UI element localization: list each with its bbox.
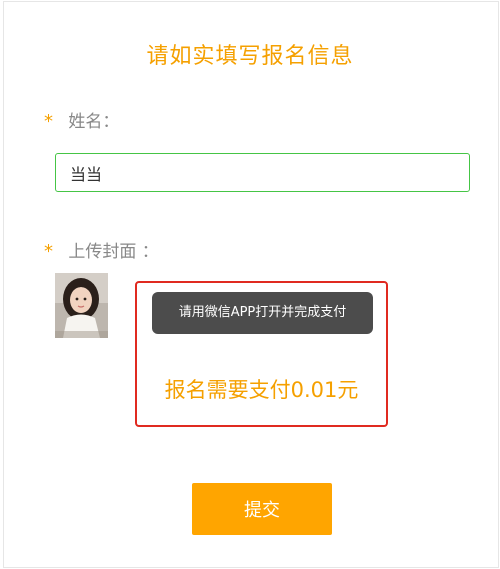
cover-photo [55,273,108,338]
submit-button[interactable]: 提交 [192,483,332,535]
name-input[interactable] [55,153,470,192]
required-mark: * [44,241,53,262]
page-title: 请如实填写报名信息 [146,44,354,69]
cover-image-thumbnail[interactable] [55,273,108,338]
cover-label: * 上传封面 ： [44,237,159,262]
required-mark: * [44,111,53,132]
cover-label-text: 上传封面 ： [68,242,159,262]
name-label-text: 姓名： [68,112,120,132]
payment-toast: 请用微信APP打开并完成支付 [152,292,373,334]
payment-amount-text: 报名需要支付0.01元 [164,378,359,402]
name-label: * 姓名： [44,107,119,132]
